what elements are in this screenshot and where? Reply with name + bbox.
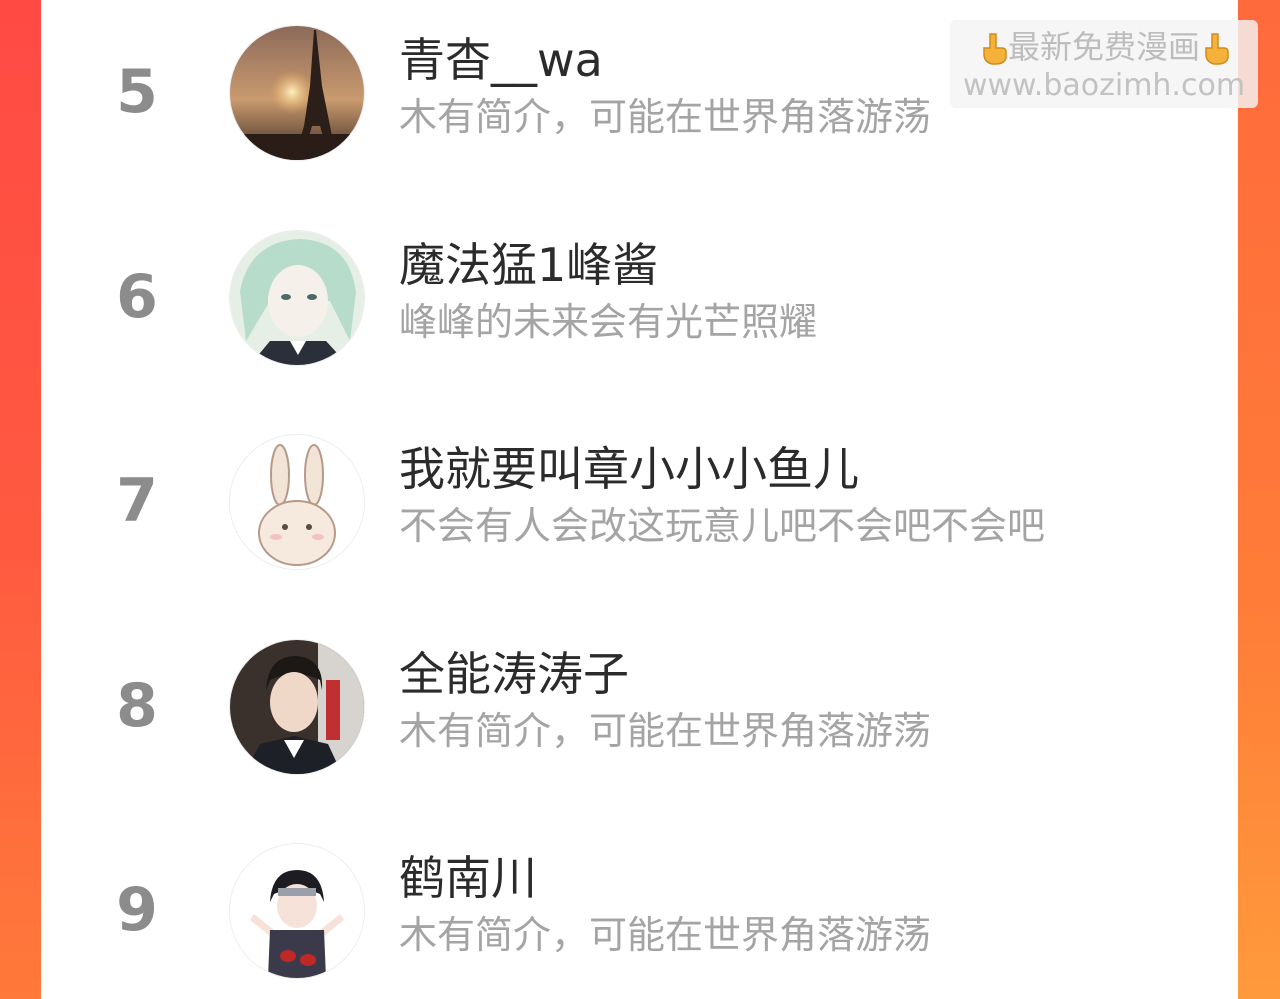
watermark-title-text: 最新免费漫画	[1007, 28, 1200, 66]
site-watermark: 最新免费漫画 www.baozimh.com	[950, 20, 1258, 108]
ranking-row-7[interactable]: 7 我就要叫章小小小鱼儿 不会有人会改这玩意儿吧不会吧不会吧	[41, 435, 1238, 575]
user-bio: 木有简介，可能在世界角落游荡	[399, 709, 932, 753]
rank-number: 6	[116, 262, 158, 332]
ranking-row-8[interactable]: 8 全能涛涛子 木有简介，可能在世界角落游荡	[41, 640, 1238, 780]
user-name[interactable]: 青杳__wa	[399, 32, 603, 88]
user-avatar-portrait-photo[interactable]	[230, 640, 364, 774]
pointing-down-hand-icon	[1205, 33, 1229, 65]
rank-number: 7	[116, 466, 158, 536]
ranking-row-6[interactable]: 6 魔法猛1峰酱 峰峰的未来会有光芒照耀	[41, 231, 1238, 371]
user-name[interactable]: 魔法猛1峰酱	[399, 237, 658, 293]
user-name[interactable]: 我就要叫章小小小鱼儿	[399, 441, 859, 497]
user-avatar-anime-character[interactable]	[230, 231, 364, 365]
user-bio: 峰峰的未来会有光芒照耀	[399, 300, 818, 344]
pointing-down-hand-icon	[983, 33, 1007, 65]
user-bio: 木有简介，可能在世界角落游荡	[399, 95, 932, 139]
right-background-strip	[1238, 0, 1280, 999]
user-avatar-chibi-ninja[interactable]	[230, 844, 364, 978]
user-name[interactable]: 鹤南川	[399, 850, 537, 906]
user-name[interactable]: 全能涛涛子	[399, 646, 629, 702]
rank-number: 5	[116, 57, 158, 127]
watermark-title: 最新免费漫画	[950, 26, 1258, 68]
ranking-row-9[interactable]: 9 鹤南川 木有简介，可能在世界角落游荡	[41, 844, 1238, 984]
user-bio: 木有简介，可能在世界角落游荡	[399, 913, 932, 957]
user-bio: 不会有人会改这玩意儿吧不会吧不会吧	[399, 504, 1046, 548]
rank-number: 9	[116, 875, 158, 945]
rank-number: 8	[116, 671, 158, 741]
user-avatar-eiffel-tower[interactable]	[230, 26, 364, 160]
ranking-list-panel: 5 青杳__wa 木有简介，可能在世界角落游荡 6 魔法猛1峰酱 峰峰的未来会有…	[41, 0, 1238, 999]
user-avatar-bunny[interactable]	[230, 435, 364, 569]
watermark-url: www.baozimh.com	[962, 68, 1246, 103]
